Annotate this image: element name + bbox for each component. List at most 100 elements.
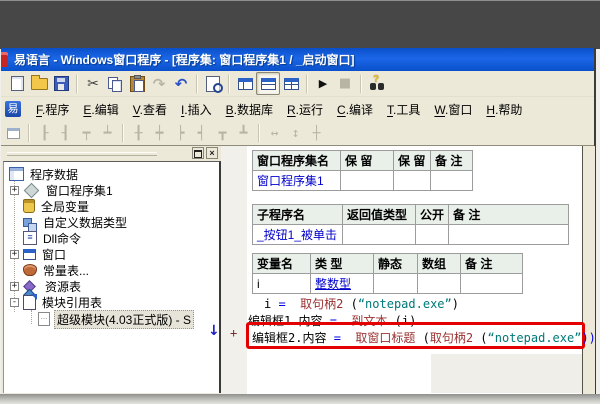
menu-compile[interactable]: C.编译 xyxy=(330,98,380,121)
cell[interactable] xyxy=(393,170,431,191)
align-left-button[interactable]: ┠ xyxy=(34,124,55,143)
collapse-icon[interactable]: - xyxy=(10,297,19,307)
variable-name-cell[interactable]: i xyxy=(252,273,311,294)
menu-view[interactable]: V.查看 xyxy=(126,98,174,121)
tree-item-dll-commands[interactable]: ≡ Dll命令 xyxy=(4,230,219,246)
gutter-plus-mark: + xyxy=(230,326,238,340)
menu-run[interactable]: R.运行 xyxy=(280,98,330,121)
align-right-button[interactable]: ┨ xyxy=(55,124,76,143)
tree-item-global-vars[interactable]: 全局变量 xyxy=(4,198,219,214)
align-top-button[interactable]: ┯ xyxy=(76,124,97,143)
col-header: 公开 xyxy=(414,204,450,225)
center-vertical-button[interactable]: ┿ xyxy=(149,124,170,143)
menu-tools[interactable]: T.工具 xyxy=(380,98,427,121)
window-layout-3-icon xyxy=(283,77,299,90)
menu-insert[interactable]: I.插入 xyxy=(174,98,219,121)
window-layout-1-button[interactable] xyxy=(234,73,256,94)
cell[interactable] xyxy=(460,273,523,294)
tree-item-module-refs[interactable]: - 模块引用表 xyxy=(4,293,219,310)
new-file-icon xyxy=(10,76,24,91)
type-link[interactable]: 整数型 xyxy=(315,277,351,291)
tree-item-window-assembly[interactable]: + 窗口程序集1 xyxy=(4,182,219,198)
code-token: “notepad.exe” xyxy=(487,331,582,345)
tree-item-resources[interactable]: + 资源表 xyxy=(4,278,219,294)
print-preview-button[interactable] xyxy=(202,73,224,94)
expand-icon[interactable]: + xyxy=(10,249,19,259)
open-file-button[interactable] xyxy=(28,73,50,94)
cell[interactable] xyxy=(342,224,416,245)
menu-edit[interactable]: E.编辑 xyxy=(76,98,125,121)
cell[interactable] xyxy=(448,224,570,245)
menu-database[interactable]: B.数据库 xyxy=(219,98,280,121)
title-bar: 易语言 - Windows窗口程序 - [程序集: 窗口程序集1 / _启动窗口… xyxy=(1,48,594,71)
variable-type-cell[interactable]: 整数型 xyxy=(310,273,374,294)
undo-icon: ↶ xyxy=(174,74,188,93)
space-top-button[interactable]: ┳ xyxy=(212,124,233,143)
col-header: 保 留 xyxy=(340,150,394,171)
code-token: = xyxy=(333,331,341,345)
copy-button[interactable] xyxy=(104,73,126,94)
space-left-button[interactable]: ┝ xyxy=(170,124,191,143)
tree-item-constants[interactable]: 常量表... xyxy=(4,262,219,278)
editor-background-block xyxy=(431,354,582,393)
cell[interactable] xyxy=(430,170,473,191)
new-file-button[interactable] xyxy=(6,73,28,94)
panel-close-button[interactable]: × xyxy=(206,147,218,159)
project-tree: 程序数据 + 窗口程序集1 全局变量 自定义数据类型 ≡ Dll命令 + 窗口 … xyxy=(3,161,221,393)
menu-help[interactable]: H.帮助 xyxy=(479,98,529,121)
tree-item-custom-types[interactable]: 自定义数据类型 xyxy=(4,214,219,232)
window-layout-3-button[interactable] xyxy=(280,73,302,94)
redo-button[interactable]: ↷ xyxy=(148,73,170,94)
align-bottom-button[interactable]: ┷ xyxy=(97,124,118,143)
space-bottom-icon: ┻ xyxy=(239,125,248,141)
form-design-toolbar: ┠ ┨ ┯ ┷ ╂ ┿ ┝ ┥ ┳ ┻ ↔ ↕ ┼ xyxy=(1,121,594,146)
cell[interactable] xyxy=(373,273,418,294)
program-data-icon xyxy=(9,167,24,181)
code-line-1[interactable]: i = 取句柄2 (“notepad.exe”) xyxy=(264,296,459,312)
align-left-icon: ┠ xyxy=(40,125,49,141)
menu-window[interactable]: W.窗口 xyxy=(427,98,479,121)
panel-float-button[interactable] xyxy=(192,147,204,159)
same-height-button[interactable]: ↕ xyxy=(285,124,306,143)
col-header: 备 注 xyxy=(460,253,523,274)
panel-grip-handle[interactable] xyxy=(7,152,157,156)
undo-button[interactable]: ↶ xyxy=(170,73,192,94)
paste-button[interactable] xyxy=(126,73,148,94)
tree-item-program-data[interactable]: 程序数据 xyxy=(4,166,219,182)
window-layout-2-button[interactable] xyxy=(256,72,280,95)
tree-item-super-module[interactable]: … 超级模块(4.03正式版) - S xyxy=(4,309,219,329)
same-size-button[interactable]: ┼ xyxy=(306,124,327,143)
ide-window: 易语言 - Windows窗口程序 - [程序集: 窗口程序集1 / _启动窗口… xyxy=(1,48,596,394)
global-var-icon xyxy=(23,199,35,213)
cell[interactable] xyxy=(417,273,461,294)
window-layout-1-icon xyxy=(237,77,253,90)
center-horizontal-button[interactable]: ╂ xyxy=(128,124,149,143)
cell[interactable] xyxy=(340,170,394,191)
stop-button[interactable]: ■ xyxy=(334,73,356,94)
save-button[interactable] xyxy=(50,73,72,94)
same-width-button[interactable]: ↔ xyxy=(264,124,285,143)
expand-icon[interactable]: + xyxy=(10,185,19,195)
assembly-name-cell[interactable]: 窗口程序集1 xyxy=(252,170,341,191)
code-editor[interactable]: 窗口程序集名 保 留 保 留 备 注 窗口程序集1 子程序名 返回值类型 公开 … xyxy=(208,146,596,394)
find-in-help-button[interactable]: ? xyxy=(366,73,388,94)
menu-bar: 易 F.程序 E.编辑 V.查看 I.插入 B.数据库 R.运行 C.编译 T.… xyxy=(1,97,594,121)
cut-button[interactable]: ✂ xyxy=(82,73,104,94)
window-layout-2-icon xyxy=(260,77,276,90)
tree-item-windows[interactable]: + 窗口 xyxy=(4,246,219,262)
editor-right-margin xyxy=(582,146,595,394)
code-token: ) xyxy=(451,297,459,311)
window-icon xyxy=(23,248,36,260)
code-line-3-highlighted[interactable]: 编辑框2.内容 = 取窗口标题 (取句柄2 (“notepad.exe”)) xyxy=(252,330,596,346)
code-token: 编辑框2.内容 xyxy=(252,331,334,345)
run-button[interactable]: ▶ xyxy=(312,73,334,94)
menu-program[interactable]: F.程序 xyxy=(29,98,76,121)
form-window-button[interactable] xyxy=(3,124,24,143)
space-bottom-button[interactable]: ┻ xyxy=(233,124,254,143)
subroutine-name-cell[interactable]: _按钮1_被单击 xyxy=(252,224,343,245)
main-toolbar: ✂ ↷ ↶ ▶ ■ ? xyxy=(1,71,594,97)
space-right-button[interactable]: ┥ xyxy=(191,124,212,143)
cell[interactable] xyxy=(414,224,450,245)
expand-icon[interactable]: + xyxy=(10,281,19,291)
